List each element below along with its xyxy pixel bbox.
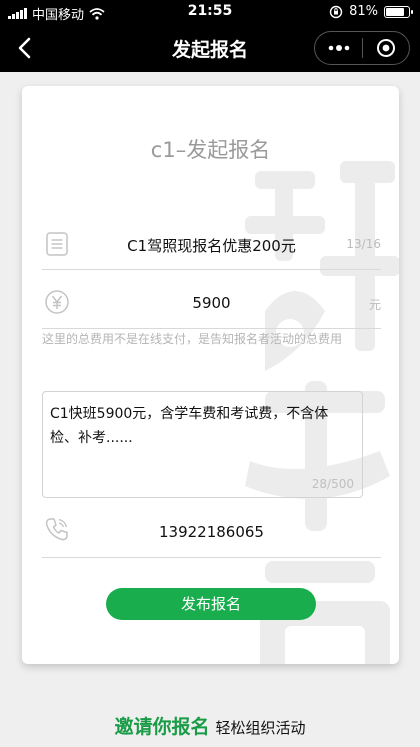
signup-form-card: c1–发起报名 C1驾照现报名优惠200元 13/16 5900 元 这里的总费… xyxy=(22,86,399,664)
battery-icon xyxy=(384,5,413,18)
yuan-icon xyxy=(45,290,69,314)
chevron-left-icon xyxy=(18,37,31,59)
back-button[interactable] xyxy=(8,32,40,64)
description-char-count: 28/500 xyxy=(311,477,354,491)
status-bar: 中国移动 21:55 81% xyxy=(0,0,420,24)
slogan-sub: 轻松组织活动 xyxy=(215,719,306,737)
description-text: C1快班5900元，含学车费和考试费，不含体检、补考...... xyxy=(50,406,329,446)
nav-bar: 发起报名 xyxy=(0,24,420,72)
fee-input[interactable]: 5900 xyxy=(82,294,341,312)
fee-unit: 元 xyxy=(368,298,381,312)
status-right: 81% xyxy=(329,4,413,19)
phone-input[interactable]: 13922186065 xyxy=(82,523,341,541)
activity-name-row: C1驾照现报名优惠200元 13/16 xyxy=(42,220,381,270)
miniprogram-capsule xyxy=(314,31,410,65)
slogan-main: 邀请你报名 xyxy=(114,716,210,738)
fee-hint: 这里的总费用不是在线支付，是告知报名者活动的总费用 xyxy=(42,332,343,346)
phone-icon xyxy=(45,518,68,541)
bottom-slogan: 邀请你报名 轻松组织活动 xyxy=(0,712,420,739)
target-circle-icon xyxy=(376,39,395,57)
close-miniprogram-button[interactable] xyxy=(363,32,409,64)
description-textarea[interactable]: C1快班5900元，含学车费和考试费，不含体检、补考...... 28/500 xyxy=(42,391,363,498)
orientation-lock-icon xyxy=(329,5,343,18)
publish-button[interactable]: 发布报名 xyxy=(106,588,316,620)
activity-name-input[interactable]: C1驾照现报名优惠200元 xyxy=(82,235,341,256)
phone-row: 13922186065 xyxy=(42,511,381,558)
activity-name-char-count: 13/16 xyxy=(346,237,381,251)
more-button[interactable] xyxy=(315,32,362,64)
fee-row: 5900 元 xyxy=(42,279,381,329)
battery-percent: 81% xyxy=(349,4,378,19)
more-dots-icon xyxy=(328,45,349,51)
document-icon xyxy=(46,232,68,256)
card-title: c1–发起报名 xyxy=(150,138,271,162)
battery-fill xyxy=(386,7,404,16)
